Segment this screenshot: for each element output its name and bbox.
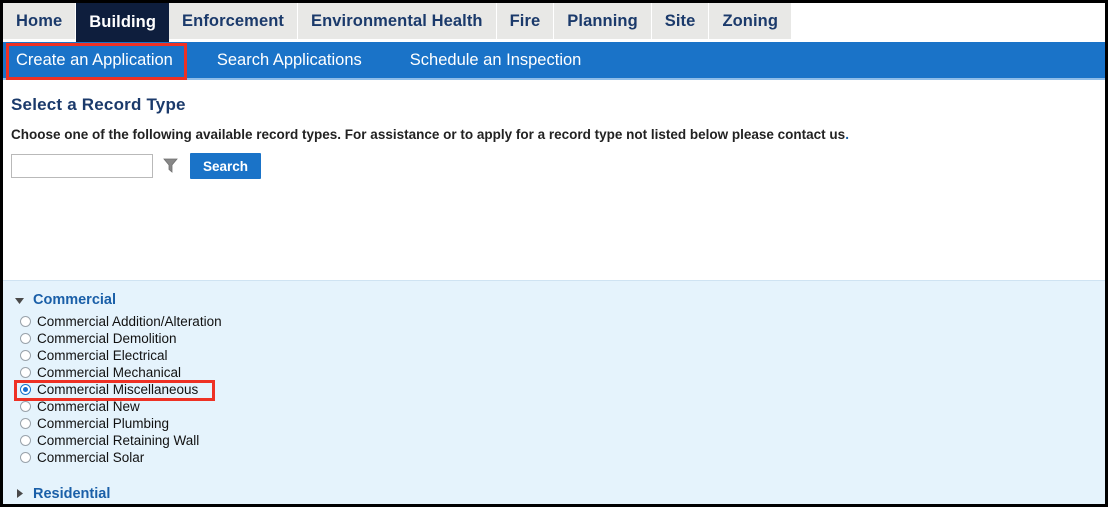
tab-site[interactable]: Site bbox=[651, 3, 710, 39]
tab-label: Environmental Health bbox=[311, 11, 483, 30]
tab-label: Site bbox=[664, 11, 696, 30]
record-type-search-input[interactable] bbox=[11, 154, 153, 178]
tree-group-residential[interactable]: Residential bbox=[3, 480, 1105, 504]
radio-button[interactable] bbox=[20, 333, 31, 344]
tab-label: Building bbox=[89, 13, 157, 31]
tab-label: Enforcement bbox=[182, 11, 284, 30]
record-type-tree-panel: Commercial Commercial Addition/Alteratio… bbox=[3, 280, 1105, 504]
radio-button[interactable] bbox=[20, 316, 31, 327]
subnav-label: Create an Application bbox=[16, 50, 173, 69]
collapsed-record-groups: Residential Administrative bbox=[3, 480, 1105, 504]
tab-environmental-health[interactable]: Environmental Health bbox=[298, 3, 497, 39]
subnav-create-an-application[interactable]: Create an Application bbox=[3, 51, 193, 70]
record-type-option[interactable]: Commercial New bbox=[20, 398, 1105, 415]
tab-building[interactable]: Building bbox=[76, 3, 170, 42]
tab-planning[interactable]: Planning bbox=[554, 3, 652, 39]
record-type-label: Commercial Solar bbox=[37, 450, 145, 465]
record-type-label: Commercial New bbox=[37, 399, 140, 414]
record-type-option[interactable]: Commercial Plumbing bbox=[20, 415, 1105, 432]
record-type-label: Commercial Miscellaneous bbox=[37, 382, 199, 397]
record-type-option[interactable]: Commercial Demolition bbox=[20, 330, 1105, 347]
tree-group-commercial[interactable]: Commercial bbox=[3, 289, 1105, 311]
tab-label: Home bbox=[16, 11, 63, 30]
tab-label: Zoning bbox=[722, 11, 779, 30]
subnav-label: Schedule an Inspection bbox=[409, 50, 582, 69]
record-type-option-selected[interactable]: Commercial Miscellaneous bbox=[20, 381, 1105, 398]
tab-fire[interactable]: Fire bbox=[496, 3, 555, 39]
subnav-label: Search Applications bbox=[216, 50, 362, 69]
record-type-option[interactable]: Commercial Electrical bbox=[20, 347, 1105, 364]
subnav-schedule-an-inspection[interactable]: Schedule an Inspection bbox=[398, 51, 594, 70]
radio-button[interactable] bbox=[20, 350, 31, 361]
tree-group-label: Commercial bbox=[33, 292, 117, 308]
record-type-label: Commercial Plumbing bbox=[37, 416, 170, 431]
tab-label: Planning bbox=[567, 11, 638, 30]
record-type-label: Commercial Retaining Wall bbox=[37, 433, 200, 448]
record-type-label: Commercial Mechanical bbox=[37, 365, 182, 380]
commercial-record-type-options: Commercial Addition/Alteration Commercia… bbox=[3, 313, 1105, 466]
record-type-label: Commercial Electrical bbox=[37, 348, 168, 363]
page-title: Select a Record Type bbox=[11, 95, 186, 114]
top-tab-bar: Home Building Enforcement Environmental … bbox=[3, 3, 1105, 42]
instructions-body: Choose one of the following available re… bbox=[11, 127, 846, 142]
tab-home[interactable]: Home bbox=[3, 3, 77, 39]
radio-button-selected[interactable] bbox=[20, 384, 31, 395]
tab-label: Fire bbox=[509, 11, 541, 30]
record-type-option[interactable]: Commercial Solar bbox=[20, 449, 1105, 466]
record-type-label: Commercial Addition/Alteration bbox=[37, 314, 222, 329]
triangle-right-icon bbox=[12, 487, 26, 501]
tree-group-label: Residential bbox=[33, 485, 111, 502]
record-type-option[interactable]: Commercial Retaining Wall bbox=[20, 432, 1105, 449]
radio-button[interactable] bbox=[20, 418, 31, 429]
funnel-icon[interactable] bbox=[162, 157, 178, 175]
tab-enforcement[interactable]: Enforcement bbox=[169, 3, 298, 39]
record-type-option[interactable]: Commercial Addition/Alteration bbox=[20, 313, 1105, 330]
search-button[interactable]: Search bbox=[190, 153, 261, 179]
radio-button[interactable] bbox=[20, 452, 31, 463]
instructions-text: Choose one of the following available re… bbox=[11, 127, 849, 142]
sub-navigation-bar: Create an Application Search Application… bbox=[3, 42, 1105, 80]
radio-button[interactable] bbox=[20, 401, 31, 412]
tab-zoning[interactable]: Zoning bbox=[709, 3, 793, 39]
subnav-search-applications[interactable]: Search Applications bbox=[205, 51, 374, 70]
record-type-option[interactable]: Commercial Mechanical bbox=[20, 364, 1105, 381]
record-type-search-row: Search bbox=[11, 153, 261, 179]
radio-button[interactable] bbox=[20, 435, 31, 446]
contact-us-link[interactable]: . bbox=[845, 127, 849, 142]
record-type-label: Commercial Demolition bbox=[37, 331, 177, 346]
application-page: Home Building Enforcement Environmental … bbox=[0, 0, 1108, 507]
triangle-down-icon bbox=[12, 293, 26, 307]
radio-button[interactable] bbox=[20, 367, 31, 378]
